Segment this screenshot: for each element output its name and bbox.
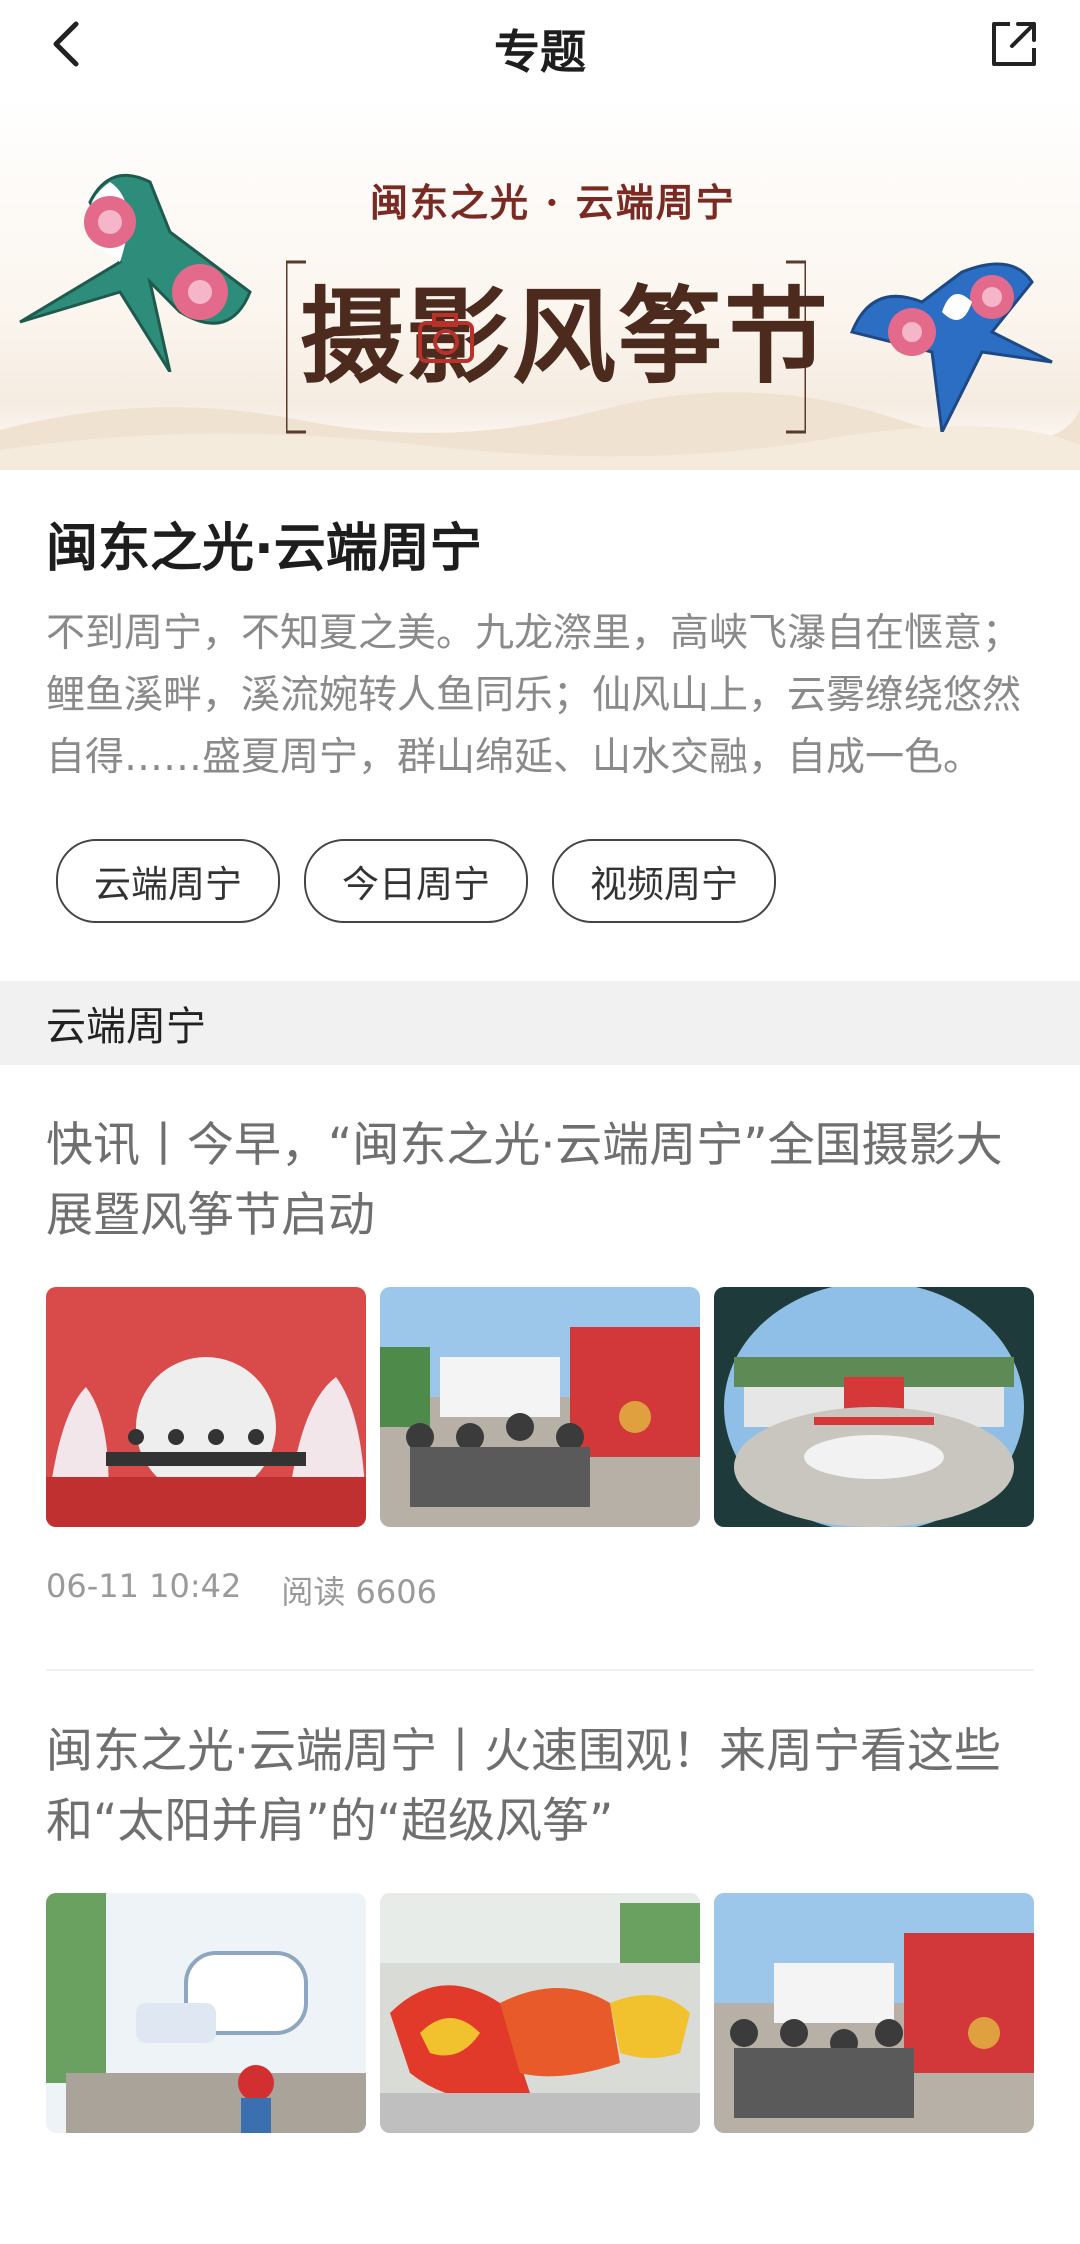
divider [46,1669,1034,1671]
train-kite-image [46,1893,366,2133]
tag-list: 云端周宁 今日周宁 视频周宁 [0,789,1080,923]
banner-subtitle: 闽东之光 · 云端周宁 [370,180,736,225]
photographers-image [714,1893,1034,2133]
news-headline[interactable]: 快讯丨今早，“闽东之光·云端周宁”全国摄影大展暨风筝节启动 [46,1111,1034,1251]
camera-icon [418,313,474,363]
topic-heading: 闽东之光·云端周宁 [46,519,482,579]
dragon-kite-image [380,1893,700,2133]
stage-ceremony-image [46,1287,366,1527]
top-bar: 专题 [0,0,1080,92]
news-date: 06-11 10:42 [46,1567,242,1605]
news-thumbnail[interactable] [46,1287,366,1527]
swallow-kite-left-icon [19,173,252,372]
news-thumbnails [46,1287,1034,1527]
news-thumbnail[interactable] [714,1893,1034,2133]
swallow-kite-right-icon [849,262,1053,432]
news-thumbnail[interactable] [46,1893,366,2133]
tag-today-zhouning[interactable]: 今日周宁 [304,839,528,923]
page-title: 专题 [494,25,586,79]
news-thumbnail[interactable] [714,1287,1034,1527]
news-thumbnails [46,1893,1034,2133]
share-icon[interactable] [984,14,1044,74]
news-headline[interactable]: 闽东之光·云端周宁丨火速围观！来周宁看这些和“太阳并肩”的“超级风筝” [46,1717,1034,1857]
photographers-crowd-image [380,1287,700,1527]
banner-main-title: 摄影风筝节 [300,275,831,398]
tag-video-zhouning[interactable]: 视频周宁 [552,839,776,923]
news-thumbnail[interactable] [380,1893,700,2133]
news-item[interactable]: 快讯丨今早，“闽东之光·云端周宁”全国摄影大展暨风筝节启动 06-11 10:4… [0,1111,1080,1613]
news-item[interactable]: 闽东之光·云端周宁丨火速围观！来周宁看这些和“太阳并肩”的“超级风筝” [0,1717,1080,2133]
news-meta: 06-11 10:42 阅读 6606 [46,1567,1034,1613]
tag-cloud-zhouning[interactable]: 云端周宁 [56,839,280,923]
topic-description: 不到周宁，不知夏之美。九龙漈里，高峡飞瀑自在惬意；鲤鱼溪畔，溪流婉转人鱼同乐；仙… [46,611,1022,780]
news-thumbnail[interactable] [380,1287,700,1527]
topic-banner: 闽东之光 · 云端周宁 摄影风筝节 [0,92,1080,470]
topic-intro: 闽东之光·云端周宁 不到周宁，不知夏之美。九龙漈里，高峡飞瀑自在惬意；鲤鱼溪畔，… [0,506,1080,789]
section-header: 云端周宁 [0,981,1080,1065]
square-aerial-image [714,1287,1034,1527]
news-read-count: 阅读 6606 [281,1573,437,1611]
